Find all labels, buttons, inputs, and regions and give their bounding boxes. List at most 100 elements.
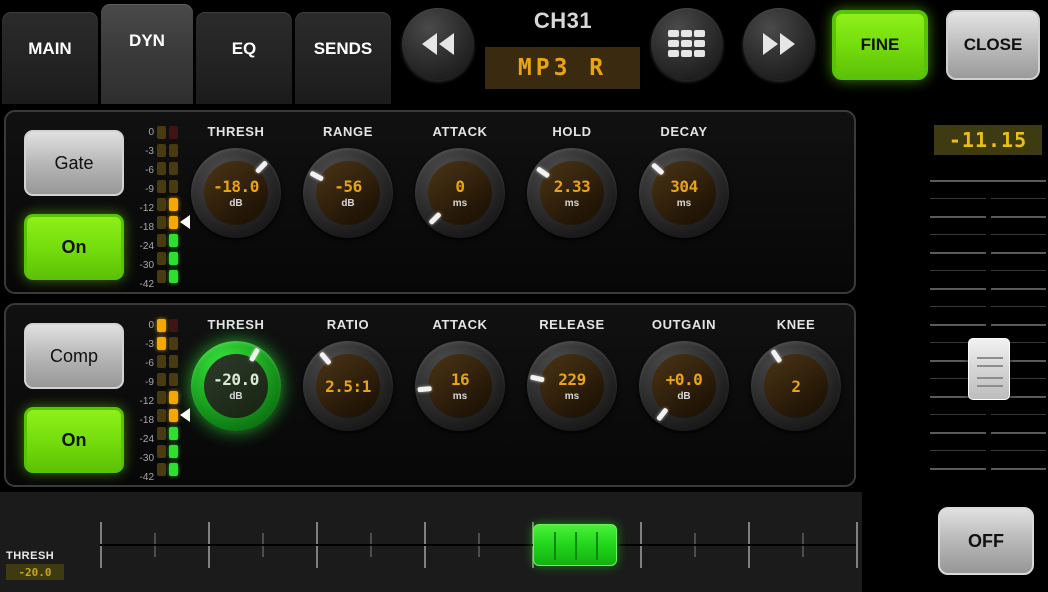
tab-sends[interactable]: SENDS — [295, 12, 391, 104]
knob-pointer — [415, 341, 505, 431]
gate-knob-range[interactable]: RANGE -56 dB — [292, 124, 404, 238]
meter-scale-label: -6 — [145, 358, 154, 369]
meter-segment — [169, 409, 178, 422]
page-title: CH31 — [533, 8, 593, 33]
meter-segment — [169, 144, 178, 157]
knob-label: THRESH — [207, 317, 265, 332]
grid-icon — [668, 30, 705, 57]
knob-dial[interactable]: -18.0 dB — [191, 148, 281, 238]
comp-knob-thresh[interactable]: THRESH -20.0 dB — [180, 317, 292, 431]
meter-scale-label: -12 — [139, 396, 154, 407]
bottom-thresh-readout: THRESH -20.0 — [6, 550, 92, 580]
meter-segment — [169, 337, 178, 350]
meter-segment — [157, 126, 166, 139]
comp-knob-ratio[interactable]: RATIO 2.5:1 — [292, 317, 404, 431]
tab-eq[interactable]: EQ — [196, 12, 292, 104]
gate-knob-decay[interactable]: DECAY 304 ms — [628, 124, 740, 238]
knob-pointer — [751, 341, 841, 431]
knob-dial[interactable]: 0 ms — [415, 148, 505, 238]
bottom-thresh-label: THRESH — [6, 550, 55, 562]
meter-scale-label: -30 — [139, 260, 154, 271]
meter-scale-label: -18 — [139, 222, 154, 233]
comp-select-button[interactable]: Comp — [24, 323, 124, 389]
fader-handle[interactable] — [968, 338, 1010, 400]
knob-pointer — [191, 341, 281, 431]
knob-label: OUTGAIN — [651, 317, 717, 332]
meter-segment — [169, 162, 178, 175]
comp-knob-attack[interactable]: ATTACK 16 ms — [404, 317, 516, 431]
knob-dial[interactable]: 229 ms — [527, 341, 617, 431]
channel-off-button[interactable]: OFF — [938, 507, 1034, 575]
meter-segment — [157, 319, 166, 332]
tab-eq-label: EQ — [231, 39, 257, 58]
knob-pointer — [527, 148, 617, 238]
knob-dial[interactable]: 2.5:1 — [303, 341, 393, 431]
comp-knob-knee[interactable]: KNEE 2 — [740, 317, 852, 431]
previous-channel-button[interactable] — [402, 8, 474, 80]
comp-meter-column-left — [157, 319, 166, 481]
comp-on-button[interactable]: On — [24, 407, 124, 473]
gate-select-label: Gate — [54, 152, 94, 173]
knob-dial[interactable]: 304 ms — [639, 148, 729, 238]
meter-segment — [157, 427, 166, 440]
fader-track[interactable] — [930, 176, 1046, 474]
gate-meter-scale: 0 -3 -6 -9 -12 -18 -24 -30 -42 — [132, 126, 154, 290]
meter-segment — [169, 270, 178, 283]
knob-pointer — [639, 341, 729, 431]
meter-segment — [169, 391, 178, 404]
knob-dial[interactable]: -20.0 dB — [191, 341, 281, 431]
close-button-label: CLOSE — [963, 35, 1023, 54]
channel-grid-button[interactable] — [651, 8, 723, 80]
meter-segment — [157, 198, 166, 211]
gate-on-button[interactable]: On — [24, 214, 124, 280]
meter-segment — [169, 252, 178, 265]
meter-segment — [169, 373, 178, 386]
bottom-slider-track[interactable] — [100, 514, 858, 576]
tab-main[interactable]: MAIN — [2, 12, 98, 104]
knob-dial[interactable]: 2 — [751, 341, 841, 431]
comp-knob-outgain[interactable]: OUTGAIN +0.0 dB — [628, 317, 740, 431]
meter-segment — [157, 270, 166, 283]
meter-scale-label: -9 — [145, 377, 154, 388]
knob-label: KNEE — [776, 317, 816, 332]
next-channel-button[interactable] — [743, 8, 815, 80]
comp-panel: Comp On 0 -3 -6 -9 -12 -18 -24 -30 -42 THRESH -20… — [4, 303, 856, 487]
meter-segment — [169, 216, 178, 229]
meter-segment — [157, 144, 166, 157]
meter-segment — [157, 355, 166, 368]
meter-segment — [169, 198, 178, 211]
fast-forward-icon — [763, 33, 795, 55]
knob-dial[interactable]: 2.33 ms — [527, 148, 617, 238]
gate-knob-attack[interactable]: ATTACK 0 ms — [404, 124, 516, 238]
gate-knob-thresh[interactable]: THRESH -18.0 dB — [180, 124, 292, 238]
fine-button[interactable]: FINE — [832, 10, 928, 80]
knob-pointer — [415, 148, 505, 238]
gate-meter-column-left — [157, 126, 166, 288]
comp-meter-scale: 0 -3 -6 -9 -12 -18 -24 -30 -42 — [132, 319, 154, 483]
gate-knob-hold[interactable]: HOLD 2.33 ms — [516, 124, 628, 238]
tab-dyn-label: DYN — [129, 31, 165, 50]
close-button[interactable]: CLOSE — [946, 10, 1040, 80]
gate-select-button[interactable]: Gate — [24, 130, 124, 196]
meter-segment — [169, 355, 178, 368]
bottom-slider-handle[interactable] — [533, 524, 617, 566]
knob-dial[interactable]: 16 ms — [415, 341, 505, 431]
meter-segment — [169, 463, 178, 476]
fine-button-label: FINE — [860, 35, 900, 54]
meter-segment — [157, 409, 166, 422]
meter-scale-label: -9 — [145, 184, 154, 195]
knob-label: THRESH — [207, 124, 265, 139]
meter-scale-label: -3 — [145, 339, 154, 350]
comp-on-label: On — [61, 429, 87, 450]
meter-segment — [157, 180, 166, 193]
comp-knob-release[interactable]: RELEASE 229 ms — [516, 317, 628, 431]
tab-sends-label: SENDS — [313, 39, 373, 58]
fader-value-display: -11.15 — [934, 125, 1042, 155]
knob-dial[interactable]: +0.0 dB — [639, 341, 729, 431]
meter-segment — [157, 252, 166, 265]
meter-scale-label: -3 — [145, 146, 154, 157]
app-header: MAIN DYN EQ SENDS CH31 MP3 R FINE CLOSE — [0, 0, 1048, 104]
meter-segment — [157, 337, 166, 350]
tab-dyn[interactable]: DYN — [101, 4, 193, 104]
knob-dial[interactable]: -56 dB — [303, 148, 393, 238]
